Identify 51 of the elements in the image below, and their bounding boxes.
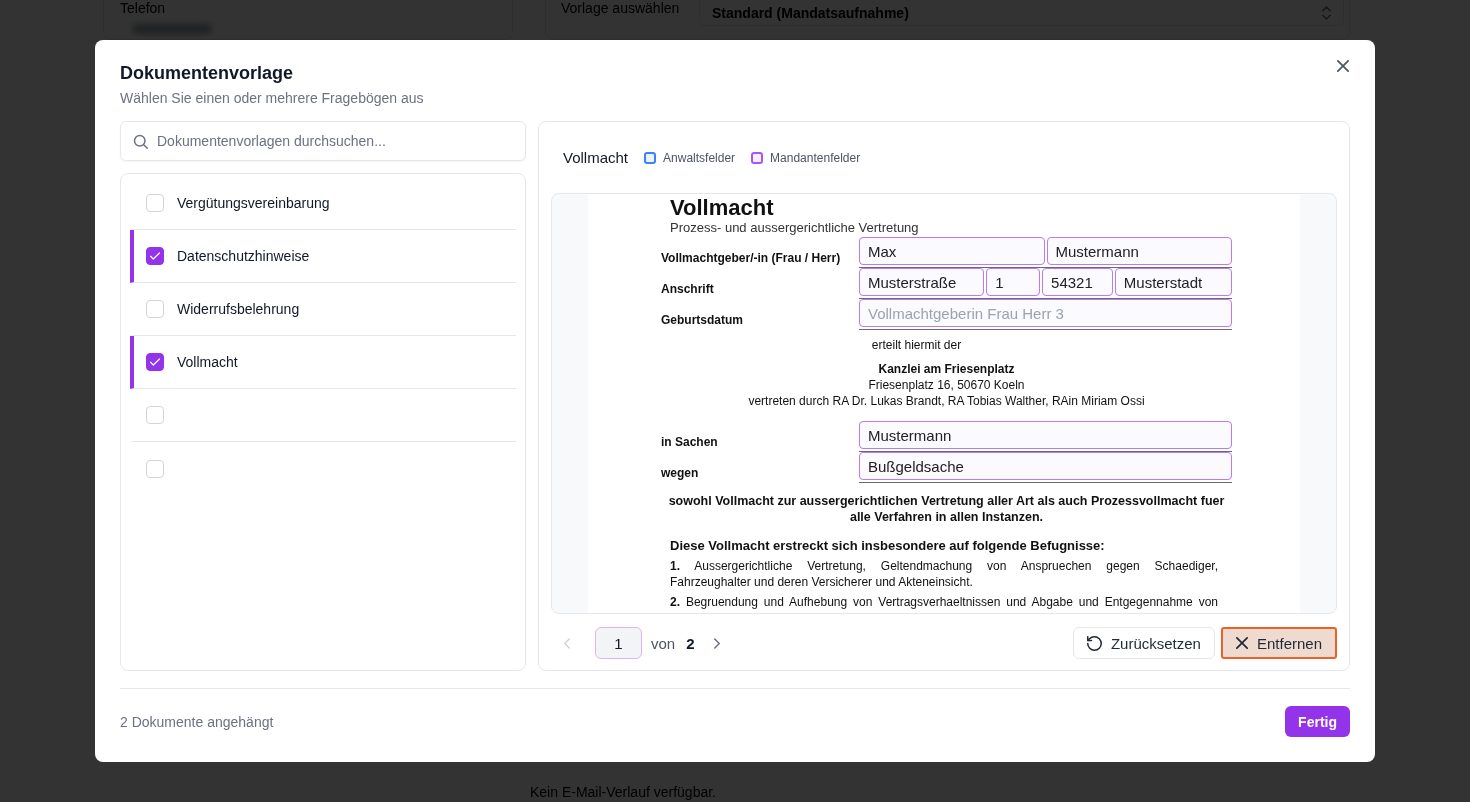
form-field[interactable]: Max	[859, 237, 1045, 265]
attachment-status: 2 Dokumente angehängt	[120, 713, 274, 730]
firm-address: Friesenplatz 16, 50670 Koeln	[868, 377, 1025, 393]
form-label: in Sachen	[661, 435, 719, 451]
grant-text: erteilt hiermit der	[870, 338, 963, 352]
scope-text: sowohl Vollmacht zur aussergerichtlichen Vertretung aller Art als auch Prozessvollmacht fuer alle Verfahren in allen Instanzen.	[667, 493, 1226, 525]
dialog-title: Dokumentenvorlage	[120, 62, 295, 84]
template-row[interactable]: Vergütungsvereinbarung	[130, 177, 516, 230]
checkbox[interactable]	[146, 353, 164, 371]
legend-label: Anwaltsfelder	[663, 150, 736, 165]
page-of-label: von	[651, 634, 676, 652]
form-label: Vollmachtgeber/-in (Frau / Herr)	[661, 251, 842, 267]
form-field[interactable]: Mustermann	[1046, 237, 1232, 265]
check-icon	[150, 252, 160, 260]
checkbox[interactable]	[146, 247, 164, 265]
form-field[interactable]: Musterstraße	[859, 268, 985, 296]
form-label: Anschrift	[661, 282, 715, 298]
dialog-subtitle: Wählen Sie einen oder mehrere Fragebögen aus	[120, 89, 424, 108]
remove-button[interactable]: Entfernen	[1220, 627, 1337, 659]
page-number-field[interactable]: 1	[595, 627, 642, 659]
chevron-right-icon	[713, 637, 720, 649]
document-title: Vollmacht	[670, 196, 775, 220]
template-row[interactable]: Datenschutzhinweise	[130, 230, 516, 283]
firm-representatives: vertreten durch RA Dr. Lukas Brandt, RA Tobias Walther, RAin Miriam Ossi	[748, 393, 1145, 409]
form-field[interactable]: 1	[986, 268, 1041, 296]
x-icon	[1235, 637, 1248, 649]
done-button[interactable]: Fertig	[1285, 706, 1350, 737]
form-label: wegen	[661, 466, 700, 482]
power-item: 1. Aussergerichtliche Vertretung, Geltendmachung von Anspruechen gegen Schaediger, Fahrzeughalter und deren Versicherer und Akteneinsicht.	[670, 558, 1218, 590]
document-subtitle: Prozess- und aussergerichtliche Vertretung	[670, 220, 920, 235]
preview-title: Vollmacht	[563, 149, 629, 166]
powers-heading: Diese Vollmacht erstreckt sich insbesondere auf folgende Befugnisse:	[670, 537, 1106, 555]
firm-name: Kanzlei am Friesenplatz	[878, 361, 1015, 377]
legend-label: Mandantenfelder	[770, 150, 861, 165]
form-field[interactable]: Musterstadt	[1114, 268, 1232, 296]
form-field[interactable]: Bußgeldsache	[859, 452, 1232, 480]
form-field[interactable]: 54321	[1042, 268, 1113, 296]
close-button[interactable]	[1337, 60, 1349, 72]
form-label: Geburtsdatum	[661, 313, 744, 329]
form-field[interactable]: Mustermann	[859, 421, 1232, 449]
search-field[interactable]: Dokumentenvorlagen durchsuchen...	[120, 121, 526, 161]
check-icon	[150, 358, 160, 366]
chevron-left-icon	[564, 637, 570, 649]
template-row[interactable]: Vollmacht	[130, 336, 516, 389]
rotate-ccw-icon	[1086, 635, 1102, 651]
close-icon	[1337, 60, 1349, 72]
page-total: 2	[686, 634, 695, 652]
reset-button[interactable]: Zurücksetzen	[1072, 627, 1215, 659]
power-item: 2. Begruendung und Aufhebung von Vertragsverhaeltnissen und Abgabe und Entgegennahme von	[670, 594, 1218, 610]
template-row[interactable]: Widerrufsbelehrung	[130, 283, 516, 336]
search-icon	[133, 133, 148, 149]
